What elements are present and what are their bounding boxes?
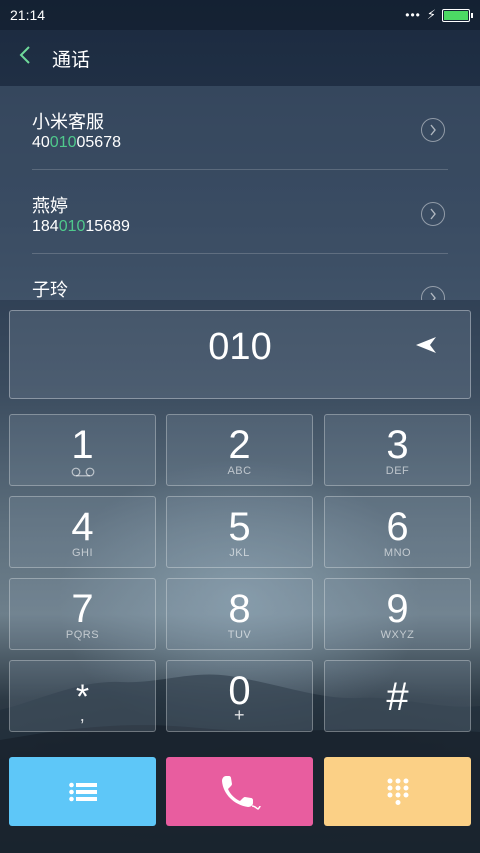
key-hash[interactable]: # <box>324 660 471 732</box>
key-5[interactable]: 5 JKL <box>166 496 313 568</box>
key-7[interactable]: 7 PQRS <box>9 578 156 650</box>
key-8[interactable]: 8 TUV <box>166 578 313 650</box>
contact-name: 子玲 <box>32 280 68 300</box>
result-row[interactable]: 燕婷 18401015689 <box>32 170 448 254</box>
backspace-icon[interactable] <box>414 335 438 355</box>
search-results-list: 小米客服 4001005678 燕婷 18401015689 子玲 <box>0 86 480 300</box>
keypad-icon <box>387 778 408 805</box>
list-icon <box>68 782 97 801</box>
charging-icon: ⚡ <box>426 7 436 22</box>
battery-icon <box>442 8 473 22</box>
signal-dots-icon: ••• <box>405 8 421 22</box>
contact-number: 4001005678 <box>32 134 121 151</box>
status-bar: 21:14 ••• ⚡ <box>0 0 480 30</box>
contact-name: 燕婷 <box>32 196 68 216</box>
key-4[interactable]: 4 GHI <box>9 496 156 568</box>
key-star[interactable]: * , <box>9 660 156 732</box>
voicemail-icon <box>71 467 95 477</box>
result-row[interactable]: 子玲 <box>32 254 448 300</box>
status-icons: ••• ⚡ <box>405 7 473 23</box>
contact-number: 18401015689 <box>32 218 130 235</box>
number-display: 010 <box>9 310 471 399</box>
header: 通话 <box>0 30 480 86</box>
chevron-right-circle-icon[interactable] <box>421 118 445 142</box>
keypad-toggle-button[interactable] <box>324 757 471 826</box>
entered-number: 010 <box>208 326 272 368</box>
page-title: 通话 <box>52 49 91 71</box>
status-time: 21:14 <box>10 7 46 23</box>
contact-name: 小米客服 <box>32 112 104 132</box>
key-0[interactable]: 0 + <box>166 660 313 732</box>
phone-icon <box>221 775 261 810</box>
key-2[interactable]: 2 ABC <box>166 414 313 486</box>
result-row[interactable]: 小米客服 4001005678 <box>32 86 448 170</box>
call-button[interactable] <box>166 757 313 826</box>
key-1[interactable]: 1 <box>9 414 156 486</box>
chevron-right-circle-icon[interactable] <box>421 202 445 226</box>
menu-button[interactable] <box>9 757 156 826</box>
key-9[interactable]: 9 WXYZ <box>324 578 471 650</box>
key-3[interactable]: 3 DEF <box>324 414 471 486</box>
back-chevron-icon[interactable] <box>18 45 52 71</box>
chevron-right-circle-icon[interactable] <box>421 286 445 300</box>
key-6[interactable]: 6 MNO <box>324 496 471 568</box>
